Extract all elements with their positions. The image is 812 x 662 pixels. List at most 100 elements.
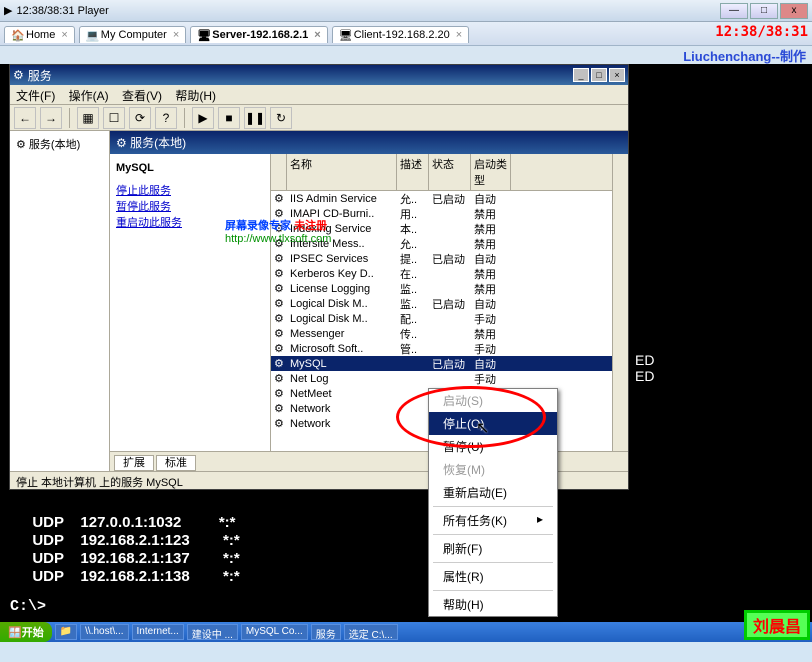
refresh-button[interactable]: ⟳	[129, 107, 151, 129]
svc-name: IIS Admin Service	[287, 193, 397, 205]
taskbar-item[interactable]: 建设中 ...	[187, 624, 238, 640]
taskbar-item[interactable]: 选定 C:\...	[344, 624, 398, 640]
context-menu: 启动(S) 停止(O) 暂停(U) 恢复(M) 重新启动(E) 所有任务(K)▸…	[428, 388, 558, 617]
service-row[interactable]: ⚙IIS Admin Service允..已启动自动	[271, 191, 628, 206]
taskbar-item[interactable]: MySQL Co...	[241, 624, 308, 640]
service-row[interactable]: ⚙Kerberos Key D..在..禁用	[271, 266, 628, 281]
pause-svc-button[interactable]: ❚❚	[244, 107, 266, 129]
close-button[interactable]: x	[780, 3, 808, 19]
minimize-button[interactable]: —	[720, 3, 748, 19]
tab-server[interactable]: 🖥Server-192.168.2.1×	[190, 26, 327, 43]
tab-extended[interactable]: 扩展	[114, 455, 154, 471]
stop-svc-button[interactable]: ■	[218, 107, 240, 129]
service-row[interactable]: ⚙License Logging监..禁用	[271, 281, 628, 296]
quicklaunch-icon[interactable]: 📁	[55, 624, 77, 640]
svc-name: Microsoft Soft..	[287, 343, 397, 355]
author-signature: 刘晨昌	[744, 610, 810, 640]
svc-name: Logical Disk M..	[287, 298, 397, 310]
close-icon[interactable]: ×	[456, 29, 462, 41]
service-row[interactable]: ⚙MySQL已启动自动	[271, 356, 628, 371]
svc-name: NetMeet	[287, 388, 397, 400]
service-row[interactable]: ⚙Logical Disk M..配..手动	[271, 311, 628, 326]
services-toolbar: ← → ▦ ☐ ⟳ ? ▶ ■ ❚❚ ↻	[10, 105, 628, 131]
service-row[interactable]: ⚙Logical Disk M..监..已启动自动	[271, 296, 628, 311]
svc-desc: 监..	[397, 296, 429, 312]
col-desc[interactable]: 描述	[397, 154, 429, 190]
maximize-button[interactable]: □	[591, 68, 607, 82]
restart-svc-button[interactable]: ↻	[270, 107, 292, 129]
services-titlebar[interactable]: ⚙ 服务 _ □ ×	[10, 65, 628, 85]
maximize-button[interactable]: □	[750, 3, 778, 19]
svc-desc: 管..	[397, 341, 429, 357]
service-row[interactable]: ⚙IPSEC Services提..已启动自动	[271, 251, 628, 266]
gear-icon: ⚙	[274, 192, 287, 204]
svc-state: 已启动	[429, 296, 471, 312]
svc-name: Network	[287, 418, 397, 430]
service-row[interactable]: ⚙Messenger传..禁用	[271, 326, 628, 341]
gear-icon: ⚙	[274, 387, 287, 399]
svc-start: 禁用	[471, 206, 511, 222]
back-button[interactable]: ←	[14, 107, 36, 129]
ctx-stop[interactable]: 停止(O)	[429, 412, 557, 435]
ctx-tasks[interactable]: 所有任务(K)▸	[429, 509, 557, 532]
svc-start: 禁用	[471, 236, 511, 252]
recorder-watermark: 屏幕录像专家 未注册 http://www.tlxsoft.com	[225, 217, 331, 245]
gear-icon: ⚙	[274, 417, 287, 429]
ctx-properties[interactable]: 属性(R)	[429, 565, 557, 588]
start-button[interactable]: 🪟 开始	[0, 622, 52, 642]
gear-icon: ⚙	[274, 297, 287, 309]
svc-start: 自动	[471, 356, 511, 372]
menu-action[interactable]: 操作(A)	[69, 89, 109, 103]
forward-button[interactable]: →	[40, 107, 62, 129]
service-row[interactable]: ⚙Net Log手动	[271, 371, 628, 386]
close-icon[interactable]: ×	[61, 29, 67, 41]
tree-root-label: 服务(本地)	[29, 139, 80, 151]
cmd-line: UDP 192.168.2.1:137 *:*	[24, 550, 240, 567]
taskbar-item[interactable]: \\.host\...	[80, 624, 128, 640]
svc-start: 禁用	[471, 221, 511, 237]
help-button[interactable]: ?	[155, 107, 177, 129]
minimize-button[interactable]: _	[573, 68, 589, 82]
svc-start: 自动	[471, 296, 511, 312]
vm-icon: 🖥	[197, 29, 209, 41]
start-svc-button[interactable]: ▶	[192, 107, 214, 129]
col-start[interactable]: 启动类型	[471, 154, 511, 190]
close-icon[interactable]: ×	[314, 29, 320, 41]
pause-service-link[interactable]: 暂停此服务	[116, 198, 264, 214]
player-title: 12:38/38:31 Player	[16, 5, 108, 17]
tab-mycomputer[interactable]: 💻My Computer×	[79, 26, 186, 43]
svc-start: 禁用	[471, 266, 511, 282]
svc-desc: 配..	[397, 311, 429, 327]
ctx-refresh[interactable]: 刷新(F)	[429, 537, 557, 560]
svc-desc: 允..	[397, 236, 429, 252]
scrollbar[interactable]	[612, 154, 628, 451]
tab-home[interactable]: 🏠Home×	[4, 26, 75, 43]
close-icon[interactable]: ×	[173, 29, 179, 41]
col-name[interactable]: 名称	[287, 154, 397, 190]
close-button[interactable]: ×	[609, 68, 625, 82]
export-button[interactable]: ☐	[103, 107, 125, 129]
ctx-restart[interactable]: 重新启动(E)	[429, 481, 557, 504]
ctx-help[interactable]: 帮助(H)	[429, 593, 557, 616]
taskbar-item[interactable]: 服务	[311, 624, 341, 640]
cmd-prompt[interactable]: C:\>	[10, 598, 46, 615]
stop-service-link[interactable]: 停止此服务	[116, 182, 264, 198]
menu-file[interactable]: 文件(F)	[16, 89, 55, 103]
service-row[interactable]: ⚙Microsoft Soft..管..手动	[271, 341, 628, 356]
taskbar-item[interactable]: Internet...	[132, 624, 184, 640]
menu-help[interactable]: 帮助(H)	[175, 89, 216, 103]
ctx-pause[interactable]: 暂停(U)	[429, 435, 557, 458]
svc-desc: 本..	[397, 221, 429, 237]
menu-view[interactable]: 查看(V)	[122, 89, 162, 103]
svc-desc: 允..	[397, 191, 429, 207]
properties-button[interactable]: ▦	[77, 107, 99, 129]
author-watermark: Liuchenchang--制作	[0, 46, 812, 64]
svc-start: 手动	[471, 311, 511, 327]
col-state[interactable]: 状态	[429, 154, 471, 190]
tree-root[interactable]: ⚙ 服务(本地)	[14, 135, 105, 153]
tab-standard[interactable]: 标准	[156, 455, 196, 471]
cmd-line: UDP 127.0.0.1:1032 *:*	[24, 514, 236, 531]
tab-client[interactable]: 🖥Client-192.168.2.20×	[332, 26, 469, 43]
gear-icon: ⚙	[274, 282, 287, 294]
start-label: 开始	[22, 624, 44, 640]
